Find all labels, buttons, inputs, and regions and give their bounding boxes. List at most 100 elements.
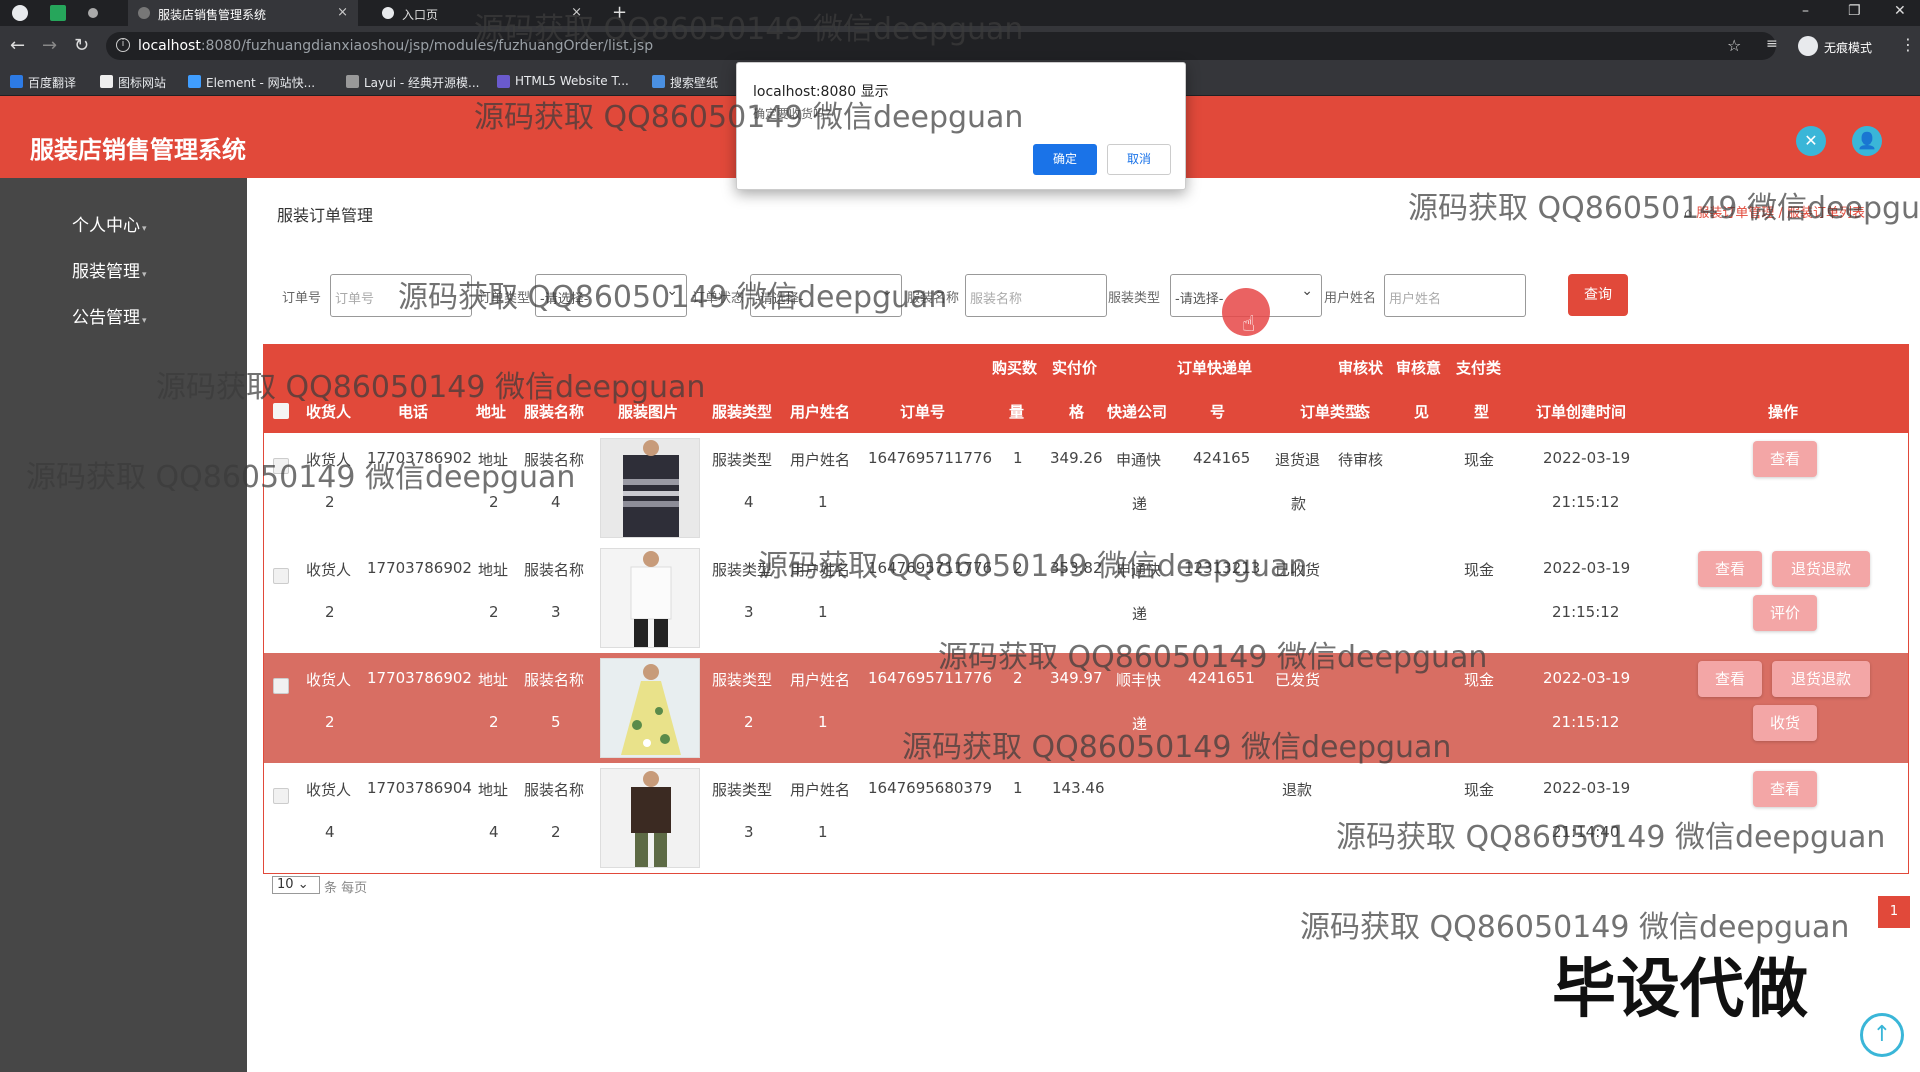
order-no-input[interactable]: 订单号 [330, 274, 472, 317]
search-button[interactable]: 查询 [1568, 274, 1628, 316]
back-to-top-icon[interactable]: ↑ [1860, 1013, 1904, 1057]
cell-tracking-no: 424165 [1193, 449, 1251, 467]
view-button[interactable]: 查看 [1698, 661, 1762, 697]
cell-order-type: 已收货 [1275, 561, 1321, 579]
tab-favicon-icon [138, 7, 150, 19]
sidebar-item-personal-center[interactable]: 个人中心 ▾ [72, 211, 147, 236]
row-checkbox[interactable] [273, 458, 289, 474]
order-status-select[interactable]: -请选择- [750, 274, 902, 317]
col-opinion-top: 审核意 [1396, 359, 1442, 377]
tools-icon[interactable]: ✕ [1796, 126, 1826, 156]
cell-receiver: 收货人 [306, 781, 352, 799]
browser-tab-strip: 服装店销售管理系统 × 入口页 × + – ❐ ✕ [0, 0, 1920, 26]
cell-user-name: 用户姓名 [790, 451, 851, 469]
clothes-photo [600, 658, 700, 758]
mute-icon[interactable] [88, 8, 98, 18]
view-button[interactable]: 查看 [1753, 441, 1817, 477]
cell-order-no: 1647695680379 [868, 779, 993, 797]
bookmark-item[interactable]: Element - 网站快... [188, 74, 315, 91]
pinned-app-icon[interactable] [50, 5, 66, 21]
cell-order-no: 1647695711776 [868, 559, 993, 577]
cell-address-2: 4 [489, 823, 499, 841]
receive-button[interactable]: 收货 [1753, 705, 1817, 741]
incognito-icon[interactable] [1798, 36, 1818, 56]
bookmark-item[interactable]: HTML5 Website T... [497, 74, 629, 88]
sidebar-item-clothes[interactable]: 服装管理 ▾ [72, 257, 147, 282]
cell-order-type: 已发货 [1275, 671, 1321, 689]
clothes-name-input[interactable]: 服装名称 [965, 274, 1107, 317]
cell-user-name-2: 1 [818, 823, 828, 841]
white-shirt-image [601, 549, 699, 647]
col-photo: 服装图片 [618, 403, 679, 421]
reload-icon[interactable]: ↻ [74, 35, 89, 56]
bookmark-item[interactable]: Layui - 经典开源模... [346, 74, 479, 91]
bookmark-item[interactable]: 搜索壁纸 [652, 74, 718, 91]
bookmark-item[interactable]: 图标网站 [100, 74, 166, 91]
view-button[interactable]: 查看 [1753, 771, 1817, 807]
forward-icon[interactable]: → [42, 35, 57, 56]
cell-created-date: 2022-03-19 [1543, 449, 1631, 467]
bookmark-label: Element - 网站快... [206, 76, 316, 90]
home-icon[interactable]: ⌂ [1684, 206, 1692, 221]
tab-close-icon[interactable]: × [337, 5, 348, 20]
cell-address-2: 2 [489, 603, 499, 621]
cell-receiver-2: 2 [325, 493, 335, 511]
cell-price: 143.46 [1052, 779, 1105, 797]
tab-close-icon[interactable]: × [571, 5, 582, 20]
reading-list-icon[interactable]: ≡ [1766, 36, 1778, 52]
cell-created-time: 21:15:12 [1552, 713, 1620, 731]
page-number-1[interactable]: 1 [1878, 896, 1910, 928]
table-row: 收货人 2 17703786902 地址 2 服装名称 4 服装类型 4 用户姓… [264, 433, 1908, 543]
tab-admin-system[interactable]: 服装店销售管理系统 × [128, 0, 358, 26]
bookmark-label: 搜索壁纸 [670, 76, 719, 90]
col-qty-bottom: 量 [1009, 403, 1025, 421]
bookmark-item[interactable]: 百度翻译 [10, 74, 76, 91]
view-button[interactable]: 查看 [1698, 551, 1762, 587]
cell-receiver: 收货人 [306, 451, 352, 469]
maximize-icon[interactable]: ❐ [1848, 3, 1861, 19]
sidebar-item-label: 公告管理 [72, 308, 140, 328]
tab-favicon-icon [382, 7, 394, 19]
clothes-photo [600, 438, 700, 538]
cell-order-type: 退款 [1282, 781, 1313, 799]
row-checkbox[interactable] [273, 678, 289, 694]
cell-courier-2: 递 [1132, 495, 1148, 513]
row-checkbox[interactable] [273, 568, 289, 584]
page-size-select[interactable]: 10 ⌄ [272, 876, 320, 894]
site-info-icon[interactable]: i [116, 38, 130, 52]
page-size-label: 条 每页 [324, 881, 368, 896]
browser-menu-kebab-icon[interactable]: ⋮ [1900, 35, 1916, 54]
breadcrumb-trail[interactable]: 服装订单管理 / 服装订单列表 [1696, 206, 1865, 221]
cell-price: 353.82 [1050, 559, 1103, 577]
striped-polo-image [601, 439, 699, 537]
refund-button[interactable]: 退货退款 [1772, 551, 1870, 587]
page-size-value: 10 [277, 877, 294, 892]
window-close-icon[interactable]: ✕ [1894, 3, 1906, 19]
dialog-ok-button[interactable]: 确定 [1033, 144, 1097, 175]
sidebar-item-notice[interactable]: 公告管理 ▾ [72, 303, 147, 328]
browser-menu-icon[interactable] [12, 5, 28, 21]
row-checkbox[interactable] [273, 788, 289, 804]
bookmark-star-icon[interactable]: ☆ [1727, 36, 1741, 55]
cell-phone: 17703786902 [367, 669, 472, 687]
refund-button[interactable]: 退货退款 [1772, 661, 1870, 697]
minimize-icon[interactable]: – [1802, 3, 1809, 19]
dialog-cancel-button[interactable]: 取消 [1107, 144, 1171, 175]
user-name-input[interactable]: 用户姓名 [1384, 274, 1526, 317]
page-title: 服装订单管理 [277, 206, 374, 225]
new-tab-button[interactable]: + [612, 2, 627, 23]
select-all-checkbox[interactable] [273, 403, 289, 419]
cell-order-type-2: 款 [1291, 495, 1307, 513]
user-icon[interactable]: 👤 [1852, 126, 1882, 156]
back-icon[interactable]: ← [10, 35, 25, 56]
review-button[interactable]: 评价 [1753, 595, 1817, 631]
chevron-down-icon: ▾ [142, 270, 147, 280]
cell-courier: 申通快 [1116, 561, 1162, 579]
tab-entry-page[interactable]: 入口页 × [372, 0, 592, 26]
url-field[interactable]: i localhost:8080/fuzhuangdianxiaoshou/js… [106, 32, 1776, 60]
cell-address-2: 2 [489, 493, 499, 511]
cell-order-type: 退货退 [1275, 451, 1321, 469]
order-type-select[interactable]: -请选择- [535, 274, 687, 317]
cell-qty: 2 [1013, 559, 1023, 577]
cell-pay-type: 现金 [1464, 781, 1495, 799]
